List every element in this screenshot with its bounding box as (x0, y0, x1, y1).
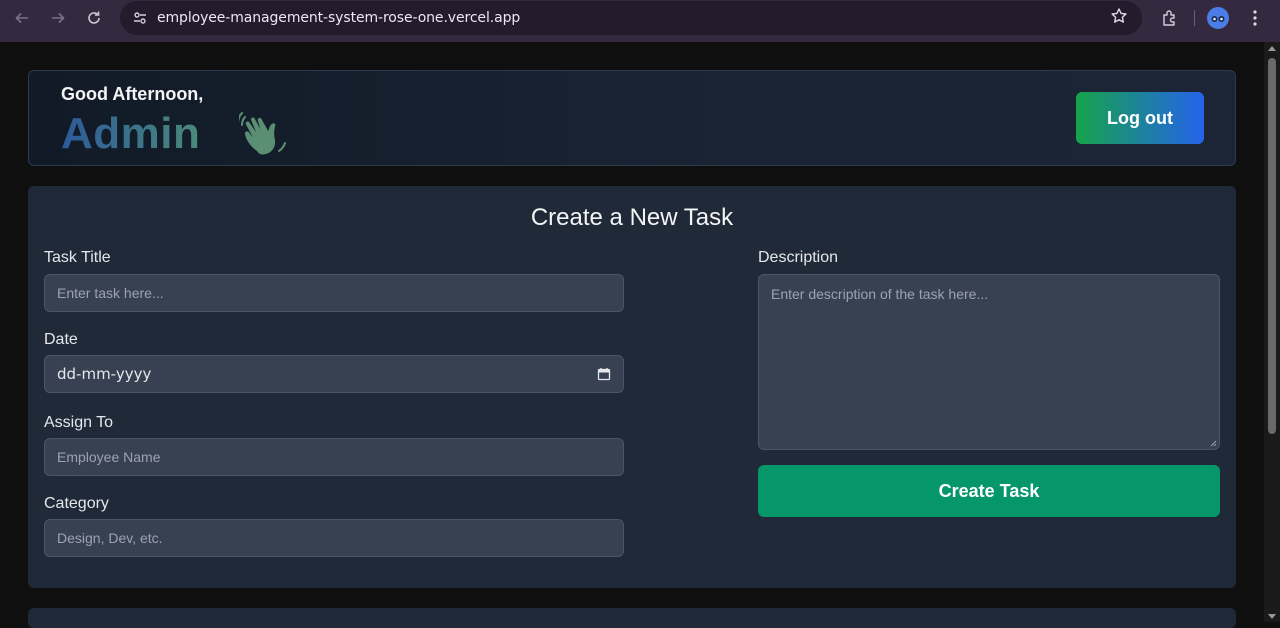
reload-icon[interactable] (76, 0, 112, 36)
logout-button[interactable]: Log out (1076, 92, 1204, 144)
toolbar-divider (1194, 10, 1195, 26)
greeting-text: Good Afternoon, (61, 84, 204, 104)
scroll-down-arrow-icon[interactable] (1268, 614, 1276, 619)
form-title: Create a New Task (530, 204, 734, 231)
date-placeholder: dd-mm-yyyy (57, 365, 152, 383)
forward-icon[interactable] (40, 0, 76, 36)
user-name: Admin (61, 109, 201, 158)
task-list-panel (28, 608, 1236, 628)
task-title-placeholder: Enter task here... (57, 285, 164, 301)
browser-toolbar: employee-management-system-rose-one.verc… (0, 0, 1280, 42)
calendar-icon[interactable] (597, 367, 611, 381)
assign-to-label: Assign To (44, 414, 114, 431)
description-placeholder: Enter description of the task here... (771, 286, 989, 302)
create-task-button[interactable]: Create Task (758, 465, 1220, 517)
resize-handle-icon[interactable] (1210, 440, 1217, 447)
assign-to-input[interactable]: Employee Name (44, 438, 624, 476)
date-label: Date (44, 331, 78, 348)
scrollbar-thumb[interactable] (1268, 58, 1276, 434)
extensions-icon[interactable] (1156, 4, 1184, 32)
menu-icon[interactable] (1241, 4, 1269, 32)
category-input[interactable]: Design, Dev, etc. (44, 519, 624, 557)
category-placeholder: Design, Dev, etc. (57, 530, 163, 546)
assign-to-placeholder: Employee Name (57, 449, 161, 465)
waving-hand-icon (239, 112, 286, 155)
back-icon[interactable] (4, 0, 40, 36)
description-label: Description (758, 249, 839, 266)
date-input[interactable]: dd-mm-yyyy (44, 355, 624, 393)
profile-avatar[interactable] (1207, 7, 1229, 29)
scroll-up-arrow-icon[interactable] (1268, 46, 1276, 51)
description-textarea[interactable]: Enter description of the task here... (758, 274, 1220, 450)
task-title-input[interactable]: Enter task here... (44, 274, 624, 312)
category-label: Category (44, 495, 109, 512)
page-scrollbar[interactable] (1264, 42, 1280, 622)
create-task-form: Create a New Task Task Title Enter task … (28, 186, 1236, 588)
site-settings-icon[interactable] (128, 6, 152, 30)
dashboard-header: Good Afternoon, Admin Log out (28, 70, 1236, 166)
bookmark-star-icon[interactable] (1110, 7, 1128, 30)
address-bar[interactable]: employee-management-system-rose-one.verc… (120, 1, 1142, 35)
url-text[interactable]: employee-management-system-rose-one.verc… (157, 10, 520, 26)
task-title-label: Task Title (44, 249, 111, 266)
